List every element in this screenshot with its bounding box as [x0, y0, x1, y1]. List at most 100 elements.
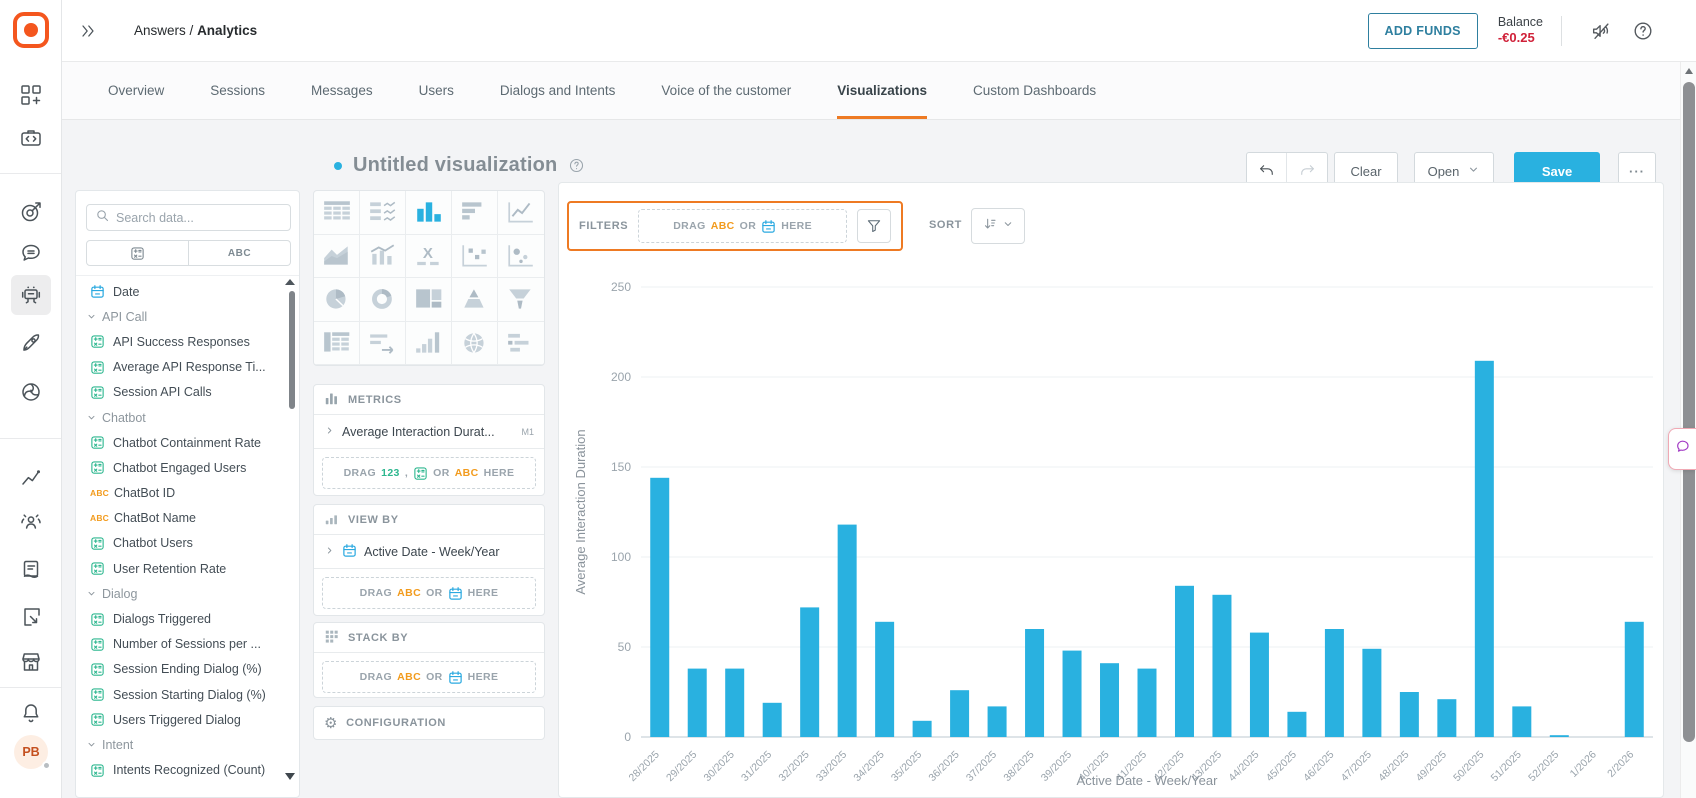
field-item[interactable]: Dialogs Triggered: [76, 606, 299, 631]
filter-funnel-button[interactable]: [857, 209, 891, 243]
field-item[interactable]: Chatbot Engaged Users: [76, 455, 299, 480]
field-item[interactable]: Intents Recognized (Count): [76, 758, 299, 783]
chart-type-progress-icon[interactable]: [360, 321, 406, 365]
bar[interactable]: 51/2025: 17: [1512, 706, 1532, 737]
avatar[interactable]: PB: [14, 735, 51, 770]
bar[interactable]: 42/2025: 84: [1174, 585, 1194, 737]
chart-type-gantt-icon[interactable]: [498, 322, 544, 365]
mute-sounds-icon[interactable]: [1590, 20, 1612, 42]
title-help-icon[interactable]: [568, 157, 585, 174]
measure-filter-toggle[interactable]: [86, 240, 189, 266]
bar[interactable]: 40/2025: 41: [1100, 663, 1120, 737]
breadcrumb-section[interactable]: Answers: [134, 23, 186, 38]
scroll-up-arrow-icon[interactable]: [1681, 62, 1696, 80]
bar[interactable]: 35/2025: 9: [912, 720, 932, 737]
chart-type-funnel-icon[interactable]: [498, 278, 544, 322]
moments-target-icon[interactable]: [11, 192, 51, 232]
chart-type-bubble-icon[interactable]: [498, 235, 544, 278]
field-group-dialog[interactable]: Dialog: [76, 581, 299, 606]
bar[interactable]: 32/2025: 72: [800, 607, 820, 737]
field-item[interactable]: Users Triggered Dialog: [76, 707, 299, 732]
bar[interactable]: 2/2026: 64: [1624, 621, 1644, 737]
bar[interactable]: 48/2025: 25: [1399, 692, 1419, 737]
chart-type-pyramid-icon[interactable]: [452, 278, 498, 322]
help-icon[interactable]: [1632, 20, 1654, 42]
text-filter-toggle[interactable]: ABC: [189, 240, 291, 266]
bar[interactable]: 50/2025: 209: [1474, 360, 1494, 737]
bar[interactable]: 46/2025: 60: [1324, 629, 1344, 737]
analytics-icon[interactable]: [11, 457, 51, 497]
chart-type-number-icon[interactable]: X: [406, 234, 452, 278]
bar[interactable]: 43/2025: 79: [1212, 594, 1232, 737]
chart-type-treemap-icon[interactable]: [406, 278, 452, 322]
tab-users[interactable]: Users: [419, 62, 454, 119]
conversations-icon[interactable]: [11, 233, 51, 273]
field-item[interactable]: Chatbot Containment Rate: [76, 430, 299, 455]
chart-type-table-sparkline-icon[interactable]: [360, 191, 406, 235]
tab-custom-dashboards[interactable]: Custom Dashboards: [973, 62, 1096, 119]
sort-dropdown[interactable]: [971, 208, 1025, 244]
chart-type-bar-horizontal-icon[interactable]: [452, 191, 498, 235]
chart-type-scatter-icon[interactable]: [452, 234, 498, 278]
chart-type-area-icon[interactable]: [314, 234, 360, 278]
bar[interactable]: 30/2025: 38: [725, 668, 745, 737]
chart-type-table-icon[interactable]: [314, 191, 360, 235]
chart-type-bar-vertical-icon[interactable]: [406, 191, 452, 235]
chart-type-line-icon[interactable]: [498, 191, 544, 235]
bar[interactable]: 39/2025: 48: [1062, 650, 1082, 737]
infobip-logo-icon[interactable]: [13, 12, 49, 48]
search-input[interactable]: [116, 210, 266, 225]
metrics-drop-zone[interactable]: DRAG 123, OR ABC HERE: [322, 457, 536, 489]
chart-type-pie-icon[interactable]: [314, 278, 360, 322]
page-title[interactable]: Untitled visualization: [353, 154, 557, 177]
marketplace-icon[interactable]: [11, 642, 51, 682]
bar[interactable]: 31/2025: 19: [762, 702, 782, 737]
bar[interactable]: 29/2025: 38: [687, 668, 707, 737]
field-item[interactable]: ABC ChatBot Name: [76, 506, 299, 531]
field-item[interactable]: User Retention Rate: [76, 556, 299, 581]
field-group-api-call[interactable]: API Call: [76, 304, 299, 329]
field-item[interactable]: Session Ending Dialog (%): [76, 657, 299, 682]
chart-type-waterfall-icon[interactable]: [406, 321, 452, 365]
bar-chart[interactable]: 05010015020025028/2025: 14428/202529/202…: [569, 261, 1657, 791]
add-funds-button[interactable]: ADD FUNDS: [1367, 12, 1478, 49]
field-item[interactable]: Session Starting Dialog (%): [76, 682, 299, 707]
bar[interactable]: 44/2025: 58: [1249, 632, 1269, 737]
metric-item[interactable]: Average Interaction Durat... M1: [314, 415, 544, 449]
audience-icon[interactable]: [11, 503, 51, 543]
expand-sidebar-icon[interactable]: [78, 21, 98, 41]
bar[interactable]: 28/2025: 144: [650, 477, 670, 737]
field-item[interactable]: Session API Calls: [76, 380, 299, 405]
field-group-intent[interactable]: Intent: [76, 732, 299, 757]
bar[interactable]: 37/2025: 17: [987, 706, 1007, 737]
dev-tools-icon[interactable]: [11, 118, 51, 158]
chart-type-geo-map-icon[interactable]: [452, 321, 498, 365]
bar[interactable]: 41/2025: 38: [1137, 668, 1157, 737]
page-scrollbar-thumb[interactable]: [1683, 82, 1695, 742]
bar[interactable]: 34/2025: 64: [875, 621, 895, 737]
chart-type-donut-icon[interactable]: [360, 278, 406, 322]
field-list-scroll-down-icon[interactable]: [285, 773, 295, 780]
answers-chatbot-icon[interactable]: [11, 275, 51, 315]
tab-overview[interactable]: Overview: [108, 62, 164, 119]
channels-icon[interactable]: [11, 372, 51, 412]
field-item[interactable]: ABC ChatBot ID: [76, 481, 299, 506]
tab-dialogs-and-intents[interactable]: Dialogs and Intents: [500, 62, 616, 119]
field-item[interactable]: Number of Sessions per ...: [76, 632, 299, 657]
bar[interactable]: 45/2025: 14: [1287, 711, 1307, 737]
flows-icon[interactable]: [11, 597, 51, 637]
tab-messages[interactable]: Messages: [311, 62, 373, 119]
catalog-icon[interactable]: [11, 550, 51, 590]
chart-type-pivot-table-icon[interactable]: [314, 321, 360, 365]
bar[interactable]: 33/2025: 118: [837, 524, 857, 737]
view-by-drop-zone[interactable]: DRAG ABC OR HERE: [322, 577, 536, 609]
tab-sessions[interactable]: Sessions: [210, 62, 265, 119]
field-item[interactable]: Average API Response Ti...: [76, 355, 299, 380]
field-item[interactable]: API Success Responses: [76, 329, 299, 354]
field-item[interactable]: Chatbot Users: [76, 531, 299, 556]
launch-rocket-icon[interactable]: [11, 323, 51, 363]
bar[interactable]: 52/2025: 1: [1549, 735, 1569, 737]
bar[interactable]: 49/2025: 21: [1437, 699, 1457, 737]
apps-icon[interactable]: [11, 75, 51, 115]
notifications-icon[interactable]: [11, 693, 51, 733]
